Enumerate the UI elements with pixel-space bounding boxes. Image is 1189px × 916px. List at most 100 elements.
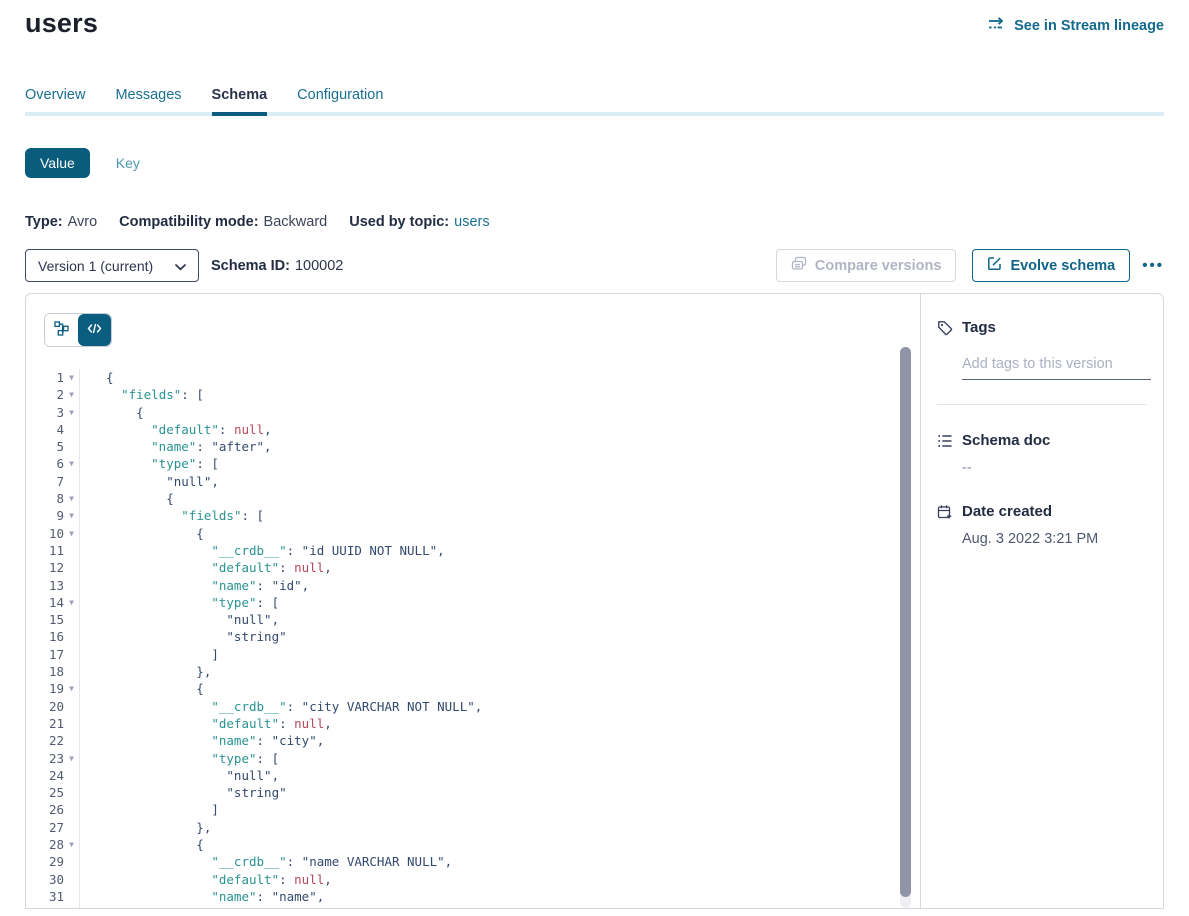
code-text: "__crdb__": "id UUID NOT NULL", bbox=[79, 542, 920, 559]
code-line: 10▼ { bbox=[26, 525, 920, 542]
line-number: 17 bbox=[26, 646, 64, 663]
code-text: "default": null, bbox=[79, 715, 920, 732]
topic-link[interactable]: users bbox=[454, 214, 489, 230]
code-line: 22 "name": "city", bbox=[26, 732, 920, 749]
more-actions-button[interactable]: ••• bbox=[1142, 257, 1164, 274]
fold-toggle-icon[interactable]: ▼ bbox=[64, 680, 79, 697]
fold-toggle-icon[interactable]: ▼ bbox=[64, 369, 79, 386]
tags-heading-label: Tags bbox=[962, 319, 996, 336]
code-text: "null", bbox=[79, 473, 920, 490]
fold-toggle-icon bbox=[64, 698, 79, 715]
version-select-value: Version 1 (current) bbox=[38, 258, 153, 274]
compatibility-value: Backward bbox=[264, 214, 328, 230]
code-line: 7 "null", bbox=[26, 473, 920, 490]
schema-id-value: 100002 bbox=[295, 258, 343, 274]
code-view-button[interactable] bbox=[78, 314, 111, 346]
line-number: 4 bbox=[26, 421, 64, 438]
stream-lineage-label: See in Stream lineage bbox=[1014, 18, 1164, 34]
line-number: 26 bbox=[26, 801, 64, 818]
schema-doc-heading: Schema doc bbox=[937, 432, 1147, 449]
value-key-toggle: Value Key bbox=[25, 148, 1164, 178]
fold-toggle-icon[interactable]: ▼ bbox=[64, 386, 79, 403]
code-text: "fields": [ bbox=[79, 386, 920, 403]
code-text: "null", bbox=[79, 767, 920, 784]
code-text: "type": [ bbox=[79, 750, 920, 767]
fold-toggle-icon bbox=[64, 819, 79, 836]
edit-square-icon bbox=[987, 256, 1002, 275]
code-text: "default": null, bbox=[79, 421, 920, 438]
code-line: 19▼ { bbox=[26, 680, 920, 697]
line-number: 27 bbox=[26, 819, 64, 836]
fold-toggle-icon[interactable]: ▼ bbox=[64, 490, 79, 507]
compatibility-label: Compatibility mode: bbox=[119, 214, 258, 230]
line-number: 23 bbox=[26, 750, 64, 767]
fold-toggle-icon[interactable]: ▼ bbox=[64, 905, 79, 909]
code-line: 11 "__crdb__": "id UUID NOT NULL", bbox=[26, 542, 920, 559]
fold-toggle-icon[interactable]: ▼ bbox=[64, 836, 79, 853]
line-number: 5 bbox=[26, 438, 64, 455]
code-line: 28▼ { bbox=[26, 836, 920, 853]
fold-toggle-icon[interactable]: ▼ bbox=[64, 750, 79, 767]
evolve-schema-button[interactable]: Evolve schema bbox=[972, 249, 1130, 282]
date-created-value: Aug. 3 2022 3:21 PM bbox=[962, 531, 1147, 547]
fold-toggle-icon bbox=[64, 663, 79, 680]
value-toggle-button[interactable]: Value bbox=[25, 148, 90, 178]
line-number: 6 bbox=[26, 455, 64, 472]
stream-lineage-icon bbox=[988, 16, 1007, 36]
tree-view-button[interactable] bbox=[45, 314, 78, 346]
line-number: 8 bbox=[26, 490, 64, 507]
editor-view-toggle bbox=[44, 313, 112, 347]
code-line: 4 "default": null, bbox=[26, 421, 920, 438]
fold-toggle-icon[interactable]: ▼ bbox=[64, 525, 79, 542]
key-toggle-button[interactable]: Key bbox=[116, 155, 140, 171]
fold-toggle-icon bbox=[64, 611, 79, 628]
add-tags-input[interactable] bbox=[962, 356, 1151, 380]
chevron-down-icon bbox=[175, 258, 186, 274]
fold-toggle-icon[interactable]: ▼ bbox=[64, 507, 79, 524]
tree-view-icon bbox=[54, 321, 69, 339]
fold-toggle-icon bbox=[64, 577, 79, 594]
schema-meta-row: Type: Avro Compatibility mode: Backward … bbox=[25, 214, 1164, 230]
code-text: "fields": [ bbox=[79, 507, 920, 524]
code-line: 13 "name": "id", bbox=[26, 577, 920, 594]
schema-id-label: Schema ID: bbox=[211, 258, 290, 274]
fold-toggle-icon bbox=[64, 438, 79, 455]
fold-toggle-icon bbox=[64, 801, 79, 818]
fold-toggle-icon bbox=[64, 421, 79, 438]
code-line: 31 "name": "name", bbox=[26, 888, 920, 905]
editor-scrollbar-thumb[interactable] bbox=[900, 347, 911, 897]
list-icon bbox=[937, 434, 953, 448]
schema-json-editor[interactable]: 1▼{2▼ "fields": [3▼ {4 "default": null,5… bbox=[26, 369, 920, 909]
fold-toggle-icon[interactable]: ▼ bbox=[64, 404, 79, 421]
calendar-plus-icon bbox=[937, 504, 953, 520]
line-number: 32 bbox=[26, 905, 64, 909]
code-line: 25 "string" bbox=[26, 784, 920, 801]
tab-schema[interactable]: Schema bbox=[212, 87, 268, 116]
editor-scrollbar[interactable] bbox=[900, 347, 911, 908]
compare-versions-button[interactable]: Compare versions bbox=[776, 249, 957, 282]
code-text: { bbox=[79, 836, 920, 853]
code-line: 9▼ "fields": [ bbox=[26, 507, 920, 524]
code-line: 3▼ { bbox=[26, 404, 920, 421]
page-header: users See in Stream lineage bbox=[25, 8, 1164, 39]
schema-code-pane: 1▼{2▼ "fields": [3▼ {4 "default": null,5… bbox=[26, 294, 920, 908]
fold-toggle-icon bbox=[64, 715, 79, 732]
fold-toggle-icon[interactable]: ▼ bbox=[64, 594, 79, 611]
line-number: 20 bbox=[26, 698, 64, 715]
code-text: "default": null, bbox=[79, 559, 920, 576]
stream-lineage-link[interactable]: See in Stream lineage bbox=[988, 16, 1164, 36]
code-line: 21 "default": null, bbox=[26, 715, 920, 732]
code-line: 26 ] bbox=[26, 801, 920, 818]
version-toolbar: Version 1 (current) Schema ID: 100002 Co… bbox=[25, 249, 1164, 282]
code-line: 14▼ "type": [ bbox=[26, 594, 920, 611]
line-number: 25 bbox=[26, 784, 64, 801]
code-text: "type": [ bbox=[79, 455, 920, 472]
version-select[interactable]: Version 1 (current) bbox=[25, 249, 199, 282]
schema-doc-value: -- bbox=[962, 460, 1147, 476]
code-line: 12 "default": null, bbox=[26, 559, 920, 576]
code-line: 30 "default": null, bbox=[26, 871, 920, 888]
fold-toggle-icon[interactable]: ▼ bbox=[64, 455, 79, 472]
line-number: 24 bbox=[26, 767, 64, 784]
line-number: 7 bbox=[26, 473, 64, 490]
code-line: 2▼ "fields": [ bbox=[26, 386, 920, 403]
